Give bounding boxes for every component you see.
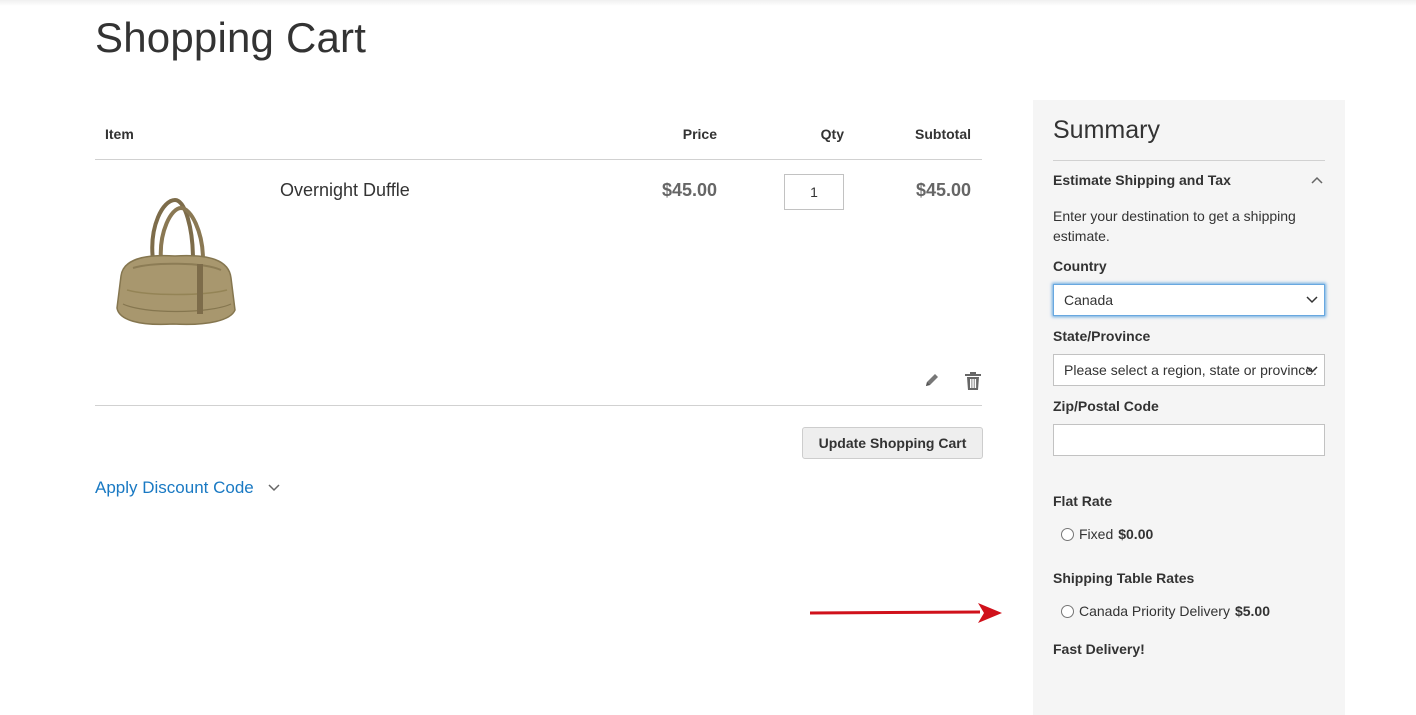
table-rates-amount: $5.00: [1234, 603, 1270, 619]
state-value: Please select a region, state or provinc…: [1064, 362, 1317, 378]
header-qty: Qty: [820, 126, 844, 142]
discount-label: Apply Discount Code: [95, 478, 254, 497]
header-price: Price: [682, 126, 717, 142]
cart-table-header: Item Price Qty Subtotal: [95, 100, 982, 160]
estimate-shipping-toggle[interactable]: Estimate Shipping and Tax: [1053, 172, 1325, 188]
chevron-down-icon: [1306, 366, 1318, 374]
qty-input[interactable]: 1: [784, 174, 844, 210]
page-title: Shopping Cart: [95, 14, 367, 61]
country-select[interactable]: Canada: [1053, 284, 1325, 316]
summary-divider: [1053, 160, 1325, 161]
chevron-down-icon: [1306, 296, 1318, 304]
pencil-edit-icon[interactable]: [923, 371, 941, 389]
summary-panel: Summary Estimate Shipping and Tax Enter …: [1033, 100, 1345, 715]
flat-rate-radio[interactable]: [1061, 527, 1074, 541]
table-rates-radio[interactable]: [1061, 604, 1074, 618]
table-rates-title: Shipping Table Rates: [1053, 570, 1195, 586]
zip-input[interactable]: [1053, 424, 1325, 456]
country-label: Country: [1053, 258, 1107, 274]
flat-rate-amount: $0.00: [1118, 526, 1154, 542]
chevron-up-icon: [1311, 176, 1323, 184]
state-select[interactable]: Please select a region, state or provinc…: [1053, 354, 1325, 386]
red-arrow-annotation: [809, 603, 1002, 623]
table-rates-option-label: Canada Priority Delivery: [1079, 603, 1230, 619]
apply-discount-code-toggle[interactable]: Apply Discount Code: [95, 478, 280, 498]
item-subtotal: $45.00: [915, 180, 971, 200]
fast-delivery-note: Fast Delivery!: [1053, 641, 1145, 657]
top-shadow: [0, 0, 1416, 6]
table-rates-option[interactable]: Canada Priority Delivery $5.00: [1061, 603, 1270, 619]
zip-label: Zip/Postal Code: [1053, 398, 1159, 414]
state-label: State/Province: [1053, 328, 1151, 344]
trash-icon[interactable]: [964, 371, 982, 391]
country-value: Canada: [1064, 292, 1114, 308]
cart-table: Item Price Qty Subtotal Overnight Duffle…: [95, 100, 982, 406]
header-item: Item: [105, 126, 134, 142]
product-image-duffle-bag[interactable]: [113, 198, 239, 328]
estimate-shipping-title: Estimate Shipping and Tax: [1053, 172, 1231, 188]
cart-item-row: Overnight Duffle $45.00 1 $45.00: [95, 160, 982, 406]
flat-rate-option-label: Fixed: [1079, 526, 1114, 542]
summary-title: Summary: [1053, 116, 1160, 144]
flat-rate-title: Flat Rate: [1053, 493, 1113, 509]
update-shopping-cart-button[interactable]: Update Shopping Cart: [802, 427, 983, 459]
chevron-down-icon: [268, 484, 280, 492]
estimate-note: Enter your destination to get a shipping…: [1053, 208, 1296, 244]
header-subtotal: Subtotal: [915, 126, 971, 142]
flat-rate-option[interactable]: Fixed $0.00: [1061, 526, 1153, 542]
product-name[interactable]: Overnight Duffle: [280, 180, 410, 201]
item-price: $45.00: [661, 180, 717, 200]
